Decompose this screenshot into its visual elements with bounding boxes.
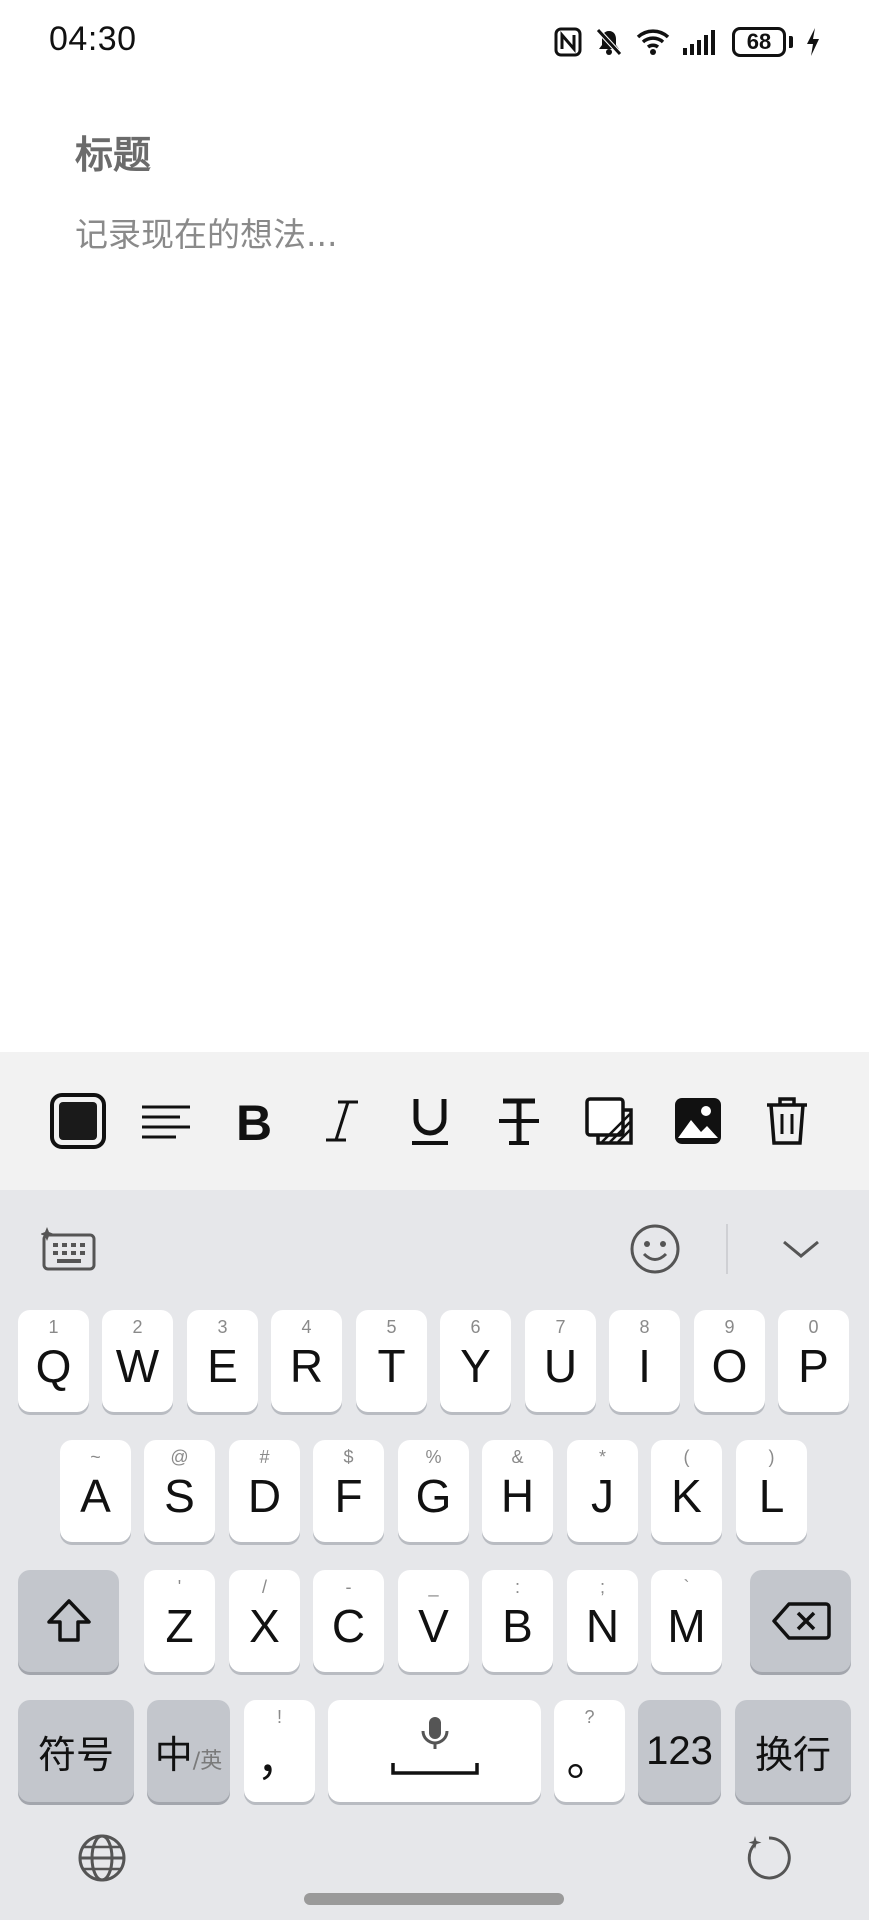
color-swatch-icon [50, 1093, 106, 1149]
signal-icon [682, 28, 720, 56]
key-w[interactable]: 2W [102, 1310, 173, 1412]
key-j[interactable]: * J [567, 1440, 638, 1542]
note-title-input[interactable]: 标题 [75, 124, 151, 179]
key-t[interactable]: 5T [356, 1310, 427, 1412]
background-icon [585, 1097, 633, 1145]
key-u[interactable]: 7U [525, 1310, 596, 1412]
status-time: 04:30 [49, 20, 137, 58]
wifi-icon [636, 27, 670, 57]
backspace-key[interactable] [750, 1570, 851, 1672]
align-left-button[interactable] [131, 1052, 201, 1190]
underline-button[interactable] [395, 1052, 465, 1190]
collapse-keyboard-button[interactable] [766, 1216, 836, 1282]
key-m[interactable]: ` M [651, 1570, 722, 1672]
ai-assist-button[interactable] [737, 1828, 797, 1888]
status-icons: 68 [554, 24, 821, 60]
keyboard-icon [41, 1227, 96, 1271]
shift-icon [46, 1599, 91, 1642]
nfc-icon [554, 27, 582, 57]
italic-icon [326, 1100, 358, 1142]
enter-key[interactable]: 换行 [735, 1700, 851, 1802]
keyboard: 1Q 2W 3E 4R 5T 6Y 7U 8I 9O 0P ~ A @ S # D $… [0, 1190, 869, 1920]
color-swatch-button[interactable] [43, 1052, 113, 1190]
key-q[interactable]: 1Q [18, 1310, 89, 1412]
trash-icon [767, 1097, 807, 1145]
align-left-icon [142, 1105, 190, 1139]
key-o[interactable]: 9O [694, 1310, 765, 1412]
image-icon [675, 1098, 721, 1144]
home-indicator[interactable] [304, 1893, 564, 1905]
insert-image-button[interactable] [663, 1052, 733, 1190]
strikethrough-icon [499, 1098, 539, 1145]
background-button[interactable] [574, 1052, 644, 1190]
key-i[interactable]: 8I [609, 1310, 680, 1412]
key-s[interactable]: @ S [144, 1440, 215, 1542]
comma-key[interactable]: !， [244, 1700, 315, 1802]
key-r[interactable]: 4R [271, 1310, 342, 1412]
key-e[interactable]: 3E [187, 1310, 258, 1412]
shift-key[interactable] [18, 1570, 119, 1672]
note-body-input[interactable]: 记录现在的想法... [75, 208, 337, 256]
keyboard-toolbar [0, 1190, 869, 1308]
key-z[interactable]: ' Z [144, 1570, 215, 1672]
key-c[interactable]: -C [313, 1570, 384, 1672]
sparkle-refresh-icon [747, 1836, 791, 1880]
bold-icon: B [236, 1096, 272, 1146]
bold-button[interactable]: B [219, 1052, 289, 1190]
delete-button[interactable] [752, 1052, 822, 1190]
space-key[interactable] [328, 1700, 541, 1802]
key-n[interactable]: ; N [567, 1570, 638, 1672]
key-v[interactable]: _ V [398, 1570, 469, 1672]
key-p[interactable]: 0P [778, 1310, 849, 1412]
symbols-key[interactable]: 符号 [18, 1700, 134, 1802]
format-toolbar: B [0, 1052, 869, 1190]
italic-button[interactable] [307, 1052, 377, 1190]
key-d[interactable]: # D [229, 1440, 300, 1542]
mute-icon [594, 27, 624, 57]
backspace-icon [771, 1602, 831, 1640]
key-h[interactable]: & H [482, 1440, 553, 1542]
underline-icon [412, 1099, 448, 1145]
status-bar: 04:30 68 [0, 0, 869, 84]
key-f[interactable]: $ F [313, 1440, 384, 1542]
strikethrough-button[interactable] [484, 1052, 554, 1190]
globe-icon [78, 1834, 126, 1882]
svg-text:B: B [236, 1096, 272, 1146]
battery-icon: 68 [732, 27, 793, 57]
key-a[interactable]: ~ A [60, 1440, 131, 1542]
key-b[interactable]: :B [482, 1570, 553, 1672]
key-y[interactable]: 6Y [440, 1310, 511, 1412]
key-l[interactable]: ) L [736, 1440, 807, 1542]
globe-button[interactable] [72, 1828, 132, 1888]
key-g[interactable]: % G [398, 1440, 469, 1542]
key-x[interactable]: / X [229, 1570, 300, 1672]
microphone-icon [390, 1717, 479, 1775]
key-k[interactable]: (K [651, 1440, 722, 1542]
keyboard-settings-button[interactable] [34, 1216, 104, 1282]
period-key[interactable]: ?。 [554, 1700, 625, 1802]
charging-icon [805, 27, 821, 57]
emoji-button[interactable] [620, 1216, 690, 1282]
language-switch-key[interactable]: 中/英 [147, 1700, 230, 1802]
battery-level: 68 [732, 27, 786, 57]
chevron-down-icon [783, 1240, 819, 1258]
numbers-key[interactable]: 123 [638, 1700, 721, 1802]
emoji-icon [630, 1224, 680, 1274]
